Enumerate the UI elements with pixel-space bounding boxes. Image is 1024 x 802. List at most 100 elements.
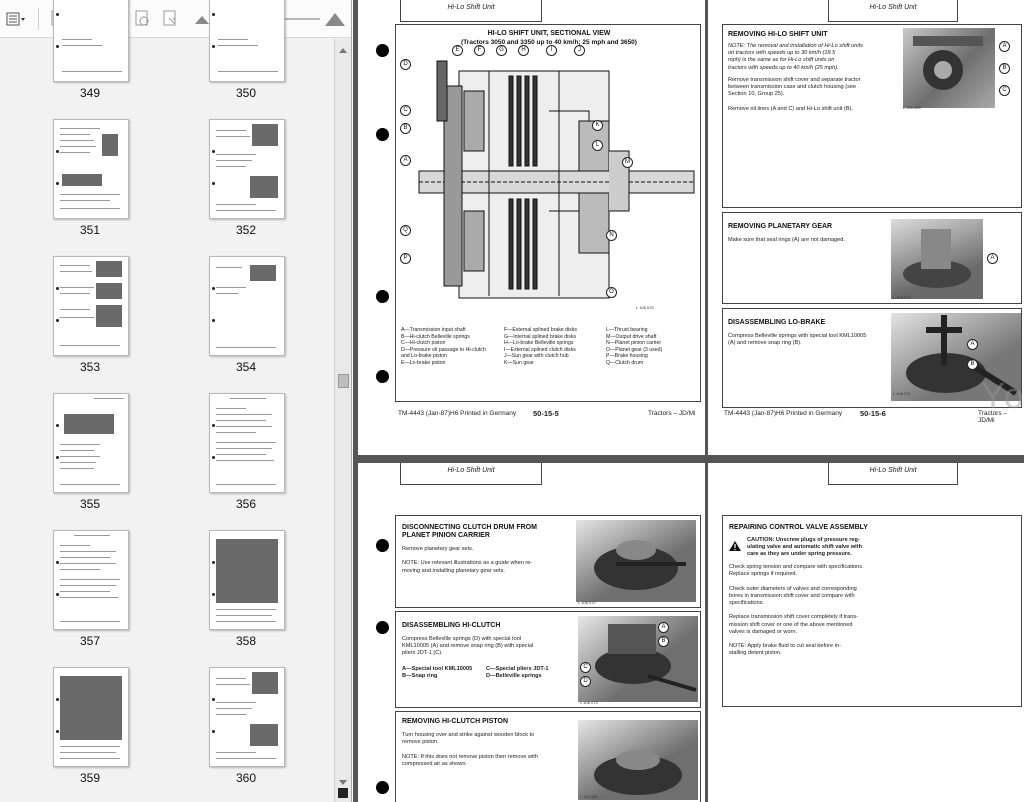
callout-c: C	[999, 85, 1010, 96]
thumbnail-content	[216, 166, 246, 167]
thumbnail-page-image[interactable]	[53, 256, 129, 356]
thumbnail-hole	[212, 456, 215, 459]
thumbnail-scrollbar[interactable]	[334, 39, 351, 802]
caution-icon	[729, 538, 741, 556]
page-thumbnail[interactable]: 351	[15, 119, 165, 256]
scroll-up-icon[interactable]	[338, 43, 348, 53]
page-thumbnail[interactable]: 353	[15, 256, 165, 393]
thumbnail-content	[62, 45, 102, 46]
thumbnail-page-image[interactable]	[53, 393, 129, 493]
legend-column-1: A—Special tool KML10005 B—Snap ring	[402, 666, 473, 680]
figure-reference: L 110 380	[580, 794, 598, 799]
section-title: DISCONNECTING CLUTCH DRUM FROM PLANET PI…	[402, 524, 537, 539]
thumbnail-page-image[interactable]	[209, 0, 285, 82]
thumbnail-content	[60, 194, 120, 195]
binder-hole	[376, 621, 389, 634]
page-thumbnail[interactable]: 349	[15, 0, 165, 119]
callout-b: B	[999, 63, 1010, 74]
section-disassembling-lo-brake: DISASSEMBLING LO-BRAKE Compress Bellevil…	[722, 308, 1022, 408]
thumbnail-content	[250, 176, 278, 198]
page-thumbnail[interactable]: 357	[15, 530, 165, 667]
thumbnail-content	[216, 615, 272, 616]
figure-reference: L 108 075	[636, 305, 654, 310]
thumbnail-content	[96, 261, 122, 277]
callout-label: A	[400, 155, 411, 166]
callout-a: A	[658, 622, 669, 633]
thumbnail-content	[252, 124, 278, 146]
thumbnail-page-image[interactable]	[53, 119, 129, 219]
thumbnail-content	[60, 271, 92, 272]
thumbnail-hole	[56, 456, 59, 459]
thumbnail-page-number: 359	[79, 771, 101, 785]
scroll-down-icon[interactable]	[338, 774, 348, 785]
zoom-in-thumbs-icon[interactable]	[322, 7, 348, 31]
document-page-50-15-6: Hi-Lo Shift Unit REMOVING HI-LO SHIFT UN…	[708, 0, 1024, 455]
scrollbar-thumb[interactable]	[338, 374, 349, 388]
footer-right: Tractors – JD/Mi	[648, 410, 696, 417]
footer-left: TM-4443 (Jan-87)H6 Printed in Germany	[724, 410, 843, 417]
thumbnail-content	[216, 432, 256, 433]
document-view[interactable]: Hi-Lo Shift Unit HI-LO SHIFT UNIT, SECTI…	[353, 0, 1024, 802]
thumbnail-page-image[interactable]	[53, 530, 129, 630]
section-title: REMOVING PLANETARY GEAR	[728, 223, 833, 230]
thumbnail-content	[216, 678, 246, 679]
thumbnail-page-image[interactable]	[53, 0, 129, 82]
section-title: REMOVING HI-CLUTCH PISTON	[402, 718, 509, 725]
figure-title: HI-LO SHIFT UNIT, SECTIONAL VIEW	[487, 30, 611, 37]
page-thumbnail[interactable]: 358	[171, 530, 321, 667]
thumbnail-content	[64, 414, 114, 434]
page-header: Hi-Lo Shift Unit	[828, 463, 958, 485]
thumbnail-page-image[interactable]	[53, 667, 129, 767]
thumbnail-page-number: 353	[79, 360, 101, 374]
page-thumbnail[interactable]: 359	[15, 667, 165, 802]
hi-lo-sectional-drawing	[418, 60, 695, 299]
section-removing-hi-lo-shift-unit: REMOVING HI-LO SHIFT UNIT NOTE: The remo…	[722, 24, 1022, 208]
thumbnail-content	[60, 621, 120, 622]
thumbnail-content	[60, 758, 120, 759]
thumbnail-hole	[212, 150, 215, 153]
callout-label: I	[546, 45, 557, 56]
thumbnail-page-image[interactable]	[209, 256, 285, 356]
thumbnail-content	[60, 752, 116, 753]
page-thumbnail[interactable]: 350	[171, 0, 321, 119]
resize-corner	[338, 788, 348, 798]
section-body: Compress Belleville springs (D) with spe…	[402, 636, 534, 657]
thumbnail-content	[60, 287, 94, 288]
thumbnail-hole	[56, 45, 59, 48]
thumbnail-content	[60, 317, 94, 318]
thumbnail-content	[216, 609, 276, 610]
thumbnail-content	[60, 309, 90, 310]
callout-d: D	[580, 676, 591, 687]
thumbnail-page-image[interactable]	[209, 530, 285, 630]
thumbnail-content	[216, 708, 252, 709]
page-header-text: Hi-Lo Shift Unit	[869, 4, 917, 11]
footer-page-number: 50-15-6	[860, 409, 886, 418]
thumbnail-hole	[212, 424, 215, 427]
thumbnail-content	[216, 160, 252, 161]
page-thumbnail[interactable]: 352	[171, 119, 321, 256]
thumbnail-content	[250, 724, 278, 746]
section-body: Remove planetary gear sets. NOTE: Use re…	[402, 546, 533, 574]
thumbnail-content	[60, 591, 110, 592]
thumbnail-content	[216, 460, 274, 461]
thumbnail-page-image[interactable]	[209, 119, 285, 219]
figure-reference: L 108 069	[903, 105, 921, 110]
thumbnail-content	[216, 454, 266, 455]
thumbnail-content	[216, 426, 272, 427]
thumbnail-page-image[interactable]	[209, 393, 285, 493]
thumbnail-hole	[56, 319, 59, 322]
page-thumbnail[interactable]: 360	[171, 667, 321, 802]
callout-label: J	[574, 45, 585, 56]
page-thumbnail[interactable]: 355	[15, 393, 165, 530]
caution-text: CAUTION: Unscrew plugs of pressure reg- …	[747, 537, 863, 558]
page-thumbnail[interactable]: 354	[171, 256, 321, 393]
hi-clutch-photo	[578, 616, 698, 702]
callout-label: M	[622, 157, 633, 168]
legend-column-1: A—Transmission input shaft B—Hi-clutch B…	[401, 327, 486, 366]
thumbnail-page-image[interactable]	[209, 667, 285, 767]
section-body: Remove transmission shift cover and sepa…	[728, 77, 861, 112]
page-thumbnail[interactable]: 356	[171, 393, 321, 530]
thumbnail-content	[216, 442, 276, 443]
thumbnail-content	[62, 174, 102, 186]
sectional-view-figure: HI-LO SHIFT UNIT, SECTIONAL VIEW (Tracto…	[395, 24, 701, 402]
